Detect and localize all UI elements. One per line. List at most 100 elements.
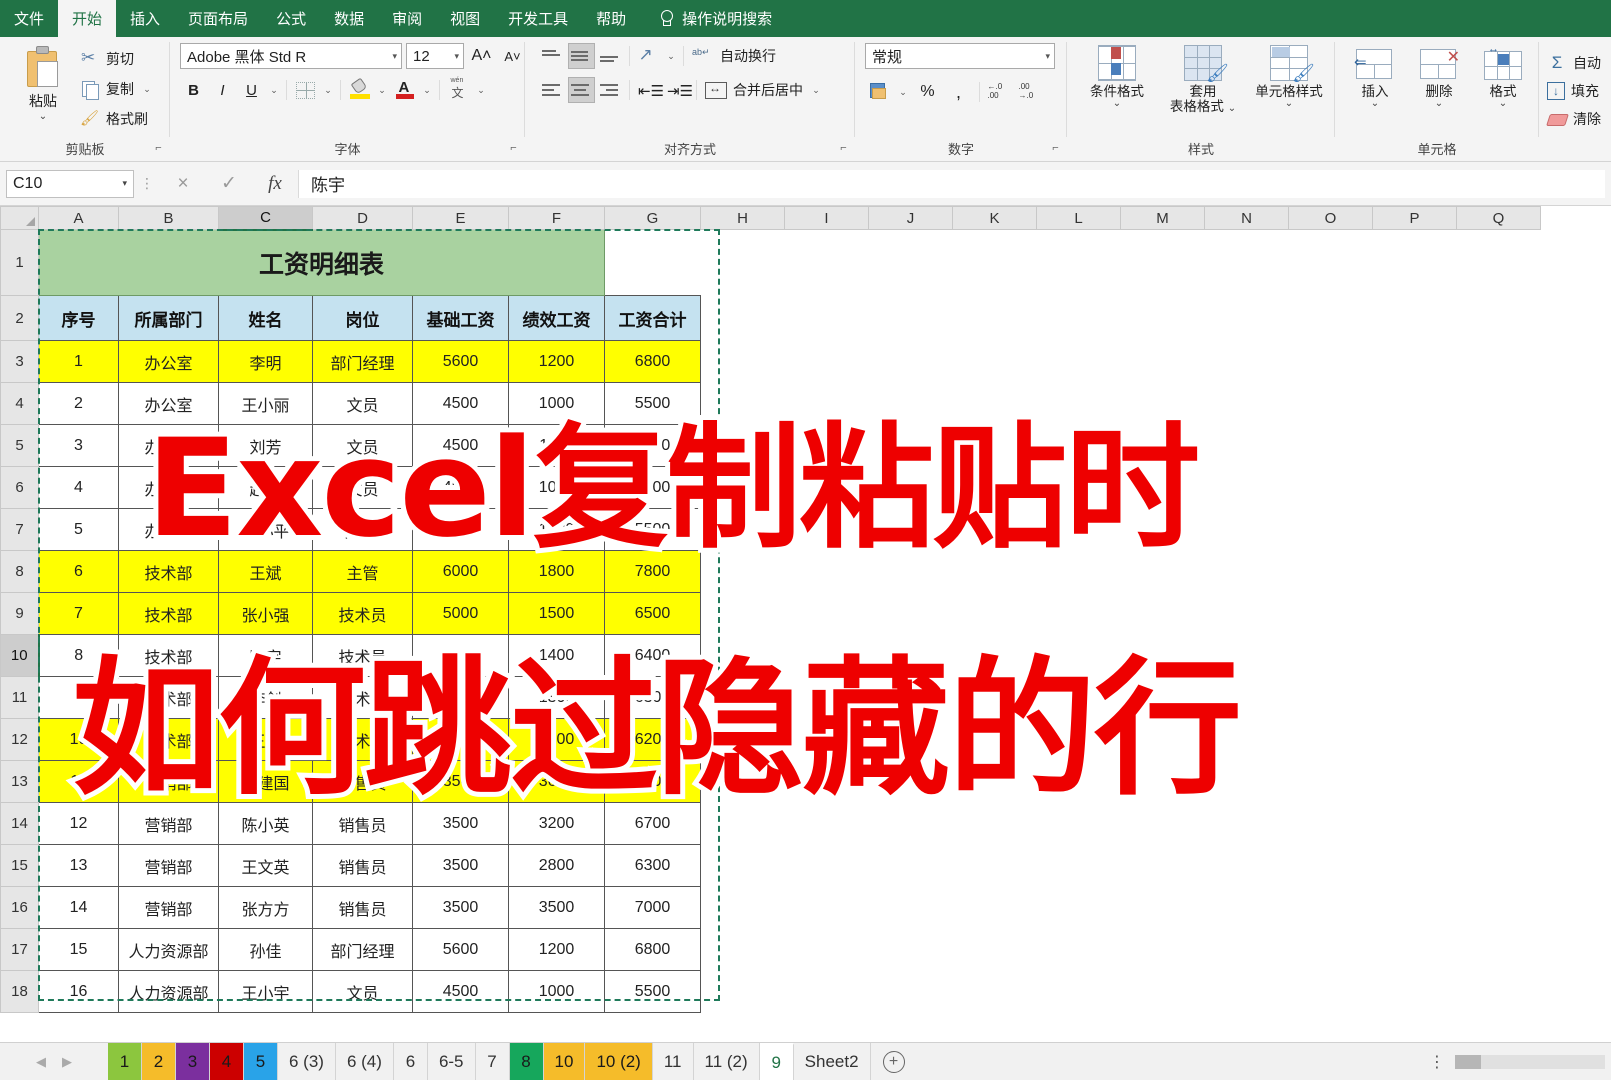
cell-empty[interactable] xyxy=(1120,760,1205,803)
cell-empty[interactable] xyxy=(700,550,785,593)
row-header-14[interactable]: 14 xyxy=(0,802,39,845)
cell-empty[interactable] xyxy=(1540,592,1541,635)
cell-r5-c5[interactable]: 4500 xyxy=(412,424,509,467)
cell-r3-c6[interactable]: 1200 xyxy=(508,340,605,383)
header-cell-name[interactable]: 姓名 xyxy=(218,295,313,341)
ribbon-tab-developer[interactable]: 开发工具 xyxy=(494,0,582,37)
cell-empty[interactable] xyxy=(1288,508,1373,551)
chevron-down-icon[interactable]: ⌄ xyxy=(1113,99,1121,109)
bold-button[interactable]: B xyxy=(180,77,207,103)
cell-r12-c2[interactable]: 技术部 xyxy=(118,718,219,761)
cell-r15-c6[interactable]: 2800 xyxy=(508,844,605,887)
cell-empty[interactable] xyxy=(1204,718,1289,761)
sheet-nav-buttons[interactable]: ◀ ▶ xyxy=(0,1043,108,1080)
cell-empty[interactable] xyxy=(1036,634,1121,677)
cell-r14-c4[interactable]: 销售员 xyxy=(312,802,413,845)
cell-empty[interactable] xyxy=(1540,886,1541,929)
cell-empty[interactable] xyxy=(700,886,785,929)
cell-empty[interactable] xyxy=(1372,634,1457,677)
header-cell-dept[interactable]: 所属部门 xyxy=(118,295,219,341)
cell-r15-c5[interactable]: 3500 xyxy=(412,844,509,887)
cell-empty[interactable] xyxy=(1456,634,1541,677)
increase-indent-button[interactable]: ⇥☰ xyxy=(664,77,693,103)
italic-button[interactable]: I xyxy=(209,77,236,103)
sheet-tab-6-3[interactable]: 6 (3) xyxy=(278,1043,336,1080)
cell-empty[interactable] xyxy=(1372,466,1457,509)
cell-empty[interactable] xyxy=(700,508,785,551)
cell-r18-c3[interactable]: 王小宇 xyxy=(218,970,313,1013)
cell-r17-c5[interactable]: 5600 xyxy=(412,928,509,971)
cell-empty[interactable] xyxy=(784,844,869,887)
column-header-L[interactable]: L xyxy=(1036,206,1121,230)
sheet-tab-6-4[interactable]: 6 (4) xyxy=(336,1043,394,1080)
cell-r15-c4[interactable]: 销售员 xyxy=(312,844,413,887)
cell-r3-c2[interactable]: 办公室 xyxy=(118,340,219,383)
dialog-launcher-icon[interactable]: ⌐ xyxy=(508,143,519,154)
cell-r6-c5[interactable]: 4500 xyxy=(412,466,509,509)
sheet-tab-10-2[interactable]: 10 (2) xyxy=(585,1043,653,1080)
cell-empty[interactable] xyxy=(784,676,869,719)
ribbon-tab-view[interactable]: 视图 xyxy=(436,0,494,37)
cell-empty[interactable] xyxy=(700,718,785,761)
cell-r9-c7[interactable]: 6500 xyxy=(604,592,701,635)
column-header-O[interactable]: O xyxy=(1288,206,1373,230)
cell-empty[interactable] xyxy=(952,718,1037,761)
cell-empty[interactable] xyxy=(952,550,1037,593)
cell-empty[interactable] xyxy=(1372,886,1457,929)
cell-empty[interactable] xyxy=(1288,550,1373,593)
cell-empty[interactable] xyxy=(952,424,1037,467)
column-header-E[interactable]: E xyxy=(412,206,509,230)
chevron-down-icon[interactable]: ⌄ xyxy=(140,84,154,95)
align-center-button[interactable] xyxy=(568,77,595,103)
cell-empty[interactable] xyxy=(1288,340,1373,383)
column-header-A[interactable]: A xyxy=(38,206,119,230)
paste-button[interactable]: 粘贴 ⌄ xyxy=(6,43,80,122)
cell-empty[interactable] xyxy=(1204,340,1289,383)
cell-empty[interactable] xyxy=(1372,424,1457,467)
cell-empty[interactable] xyxy=(1036,592,1121,635)
cell-empty[interactable] xyxy=(868,466,953,509)
cell-empty[interactable] xyxy=(1036,886,1121,929)
cell-empty[interactable] xyxy=(1288,424,1373,467)
formula-input[interactable]: 陈宇 xyxy=(298,169,1605,198)
row-header-9[interactable]: 9 xyxy=(0,592,39,635)
column-header-H[interactable]: H xyxy=(700,206,785,230)
cell-empty[interactable] xyxy=(784,718,869,761)
chevron-down-icon[interactable]: ⌄ xyxy=(1435,99,1443,109)
ribbon-tab-insert[interactable]: 插入 xyxy=(116,0,174,37)
dialog-launcher-icon[interactable]: ⌐ xyxy=(1050,143,1061,154)
cell-r10-c3[interactable]: 陈宇 xyxy=(218,634,313,677)
cell-empty[interactable] xyxy=(784,634,869,677)
cell-empty[interactable] xyxy=(784,592,869,635)
cell-empty[interactable] xyxy=(1540,508,1541,551)
cell-empty[interactable] xyxy=(1372,970,1457,1013)
chevron-down-icon[interactable]: ⌄ xyxy=(809,85,823,96)
cell-r11-c2[interactable]: 技术部 xyxy=(118,676,219,719)
fill-button[interactable]: ↓ 填充 xyxy=(1547,77,1599,105)
cell-r14-c2[interactable]: 营销部 xyxy=(118,802,219,845)
decrease-font-size-button[interactable]: A˅ xyxy=(499,43,526,69)
cell-empty[interactable] xyxy=(1372,844,1457,887)
cell-empty[interactable] xyxy=(784,424,869,467)
cell-empty[interactable] xyxy=(1288,676,1373,719)
cell-empty[interactable] xyxy=(1288,634,1373,677)
cell-r9-c6[interactable]: 1500 xyxy=(508,592,605,635)
cell-empty[interactable] xyxy=(1372,802,1457,845)
chevron-down-icon[interactable]: ⌄ xyxy=(1371,99,1379,109)
cell-empty[interactable] xyxy=(952,844,1037,887)
cell-empty[interactable] xyxy=(1372,718,1457,761)
cell-empty[interactable] xyxy=(700,382,785,425)
cell-empty[interactable] xyxy=(868,844,953,887)
font-name-combo[interactable]: Adobe 黑体 Std R ▾ xyxy=(180,43,402,69)
cell-empty[interactable] xyxy=(1120,340,1205,383)
cell-empty[interactable] xyxy=(1540,802,1541,845)
cell-r7-c3[interactable]: 周小平 xyxy=(218,508,313,551)
cell-r8-c5[interactable]: 6000 xyxy=(412,550,509,593)
chevron-down-icon[interactable]: ⌄ xyxy=(375,85,389,96)
cell-empty[interactable] xyxy=(1120,970,1205,1013)
wrap-text-button[interactable]: ab↵ 自动换行 xyxy=(689,43,779,69)
cell-r7-c6[interactable]: 1000 xyxy=(508,508,605,551)
cell-r4-c3[interactable]: 王小丽 xyxy=(218,382,313,425)
cell-r18-c4[interactable]: 文员 xyxy=(312,970,413,1013)
cell-empty[interactable] xyxy=(1036,340,1121,383)
